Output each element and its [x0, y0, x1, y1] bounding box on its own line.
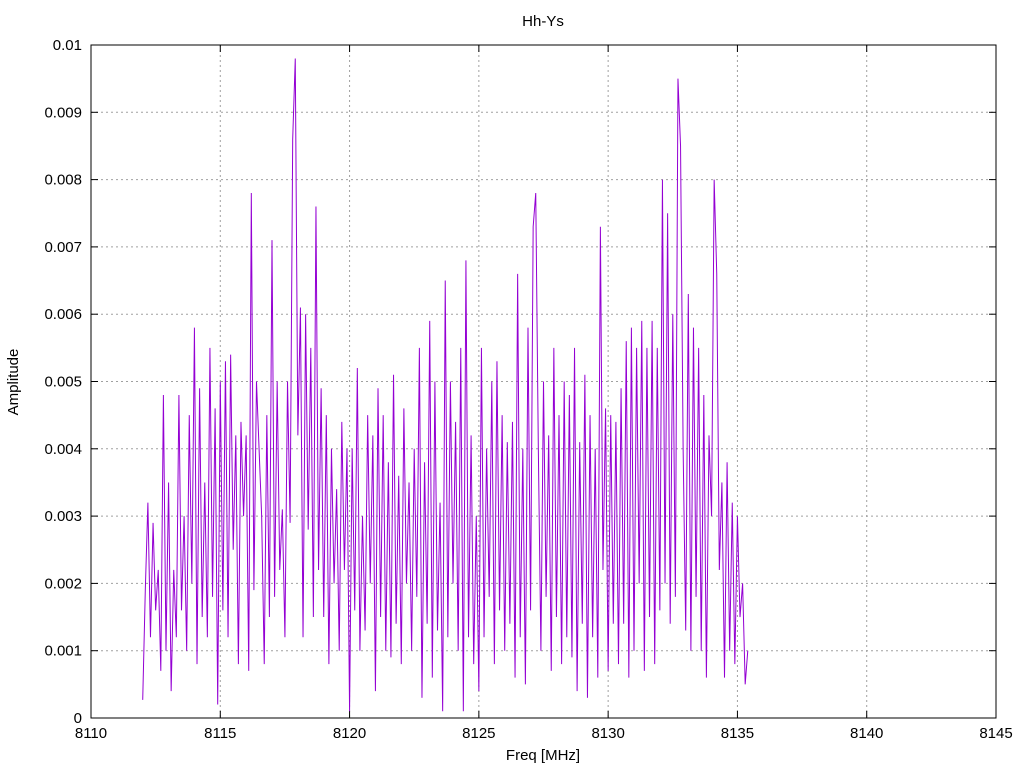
- y-tick-label: 0.002: [44, 575, 82, 592]
- y-tick-label: 0.006: [44, 306, 82, 323]
- y-tick-label: 0.004: [44, 441, 82, 458]
- x-tick-label: 8120: [333, 725, 366, 742]
- x-tick-label: 8145: [979, 725, 1012, 742]
- y-axis-title: Amplitude: [5, 349, 22, 416]
- y-tick-label: 0.003: [44, 508, 82, 525]
- x-axis-title: Freq [MHz]: [506, 747, 580, 764]
- y-tick-label: 0: [74, 710, 82, 727]
- y-tick-label: 0.005: [44, 374, 82, 391]
- x-tick-label: 8110: [75, 725, 107, 742]
- x-tick-label: 8135: [721, 725, 754, 742]
- x-tick-label: 8115: [204, 725, 236, 742]
- y-tick-label: 0.008: [44, 172, 82, 189]
- chart-title: Hh-Ys: [522, 13, 564, 30]
- x-tick-label: 8130: [591, 725, 624, 742]
- x-tick-label: 8140: [850, 725, 883, 742]
- y-tick-label: 0.007: [44, 239, 82, 256]
- y-tick-label: 0.009: [44, 104, 82, 121]
- amplitude-spectrum-chart: Hh-Ys 8110 8115 8120 8125 8130 8135 8140 8145 0 0…: [5, 13, 1013, 764]
- series-layer: [142, 58, 749, 712]
- amplitude-series-line: [142, 58, 749, 712]
- x-tick-label: 8125: [462, 725, 495, 742]
- y-tick-label: 0.001: [44, 643, 82, 660]
- y-tick-label: 0.01: [53, 37, 82, 54]
